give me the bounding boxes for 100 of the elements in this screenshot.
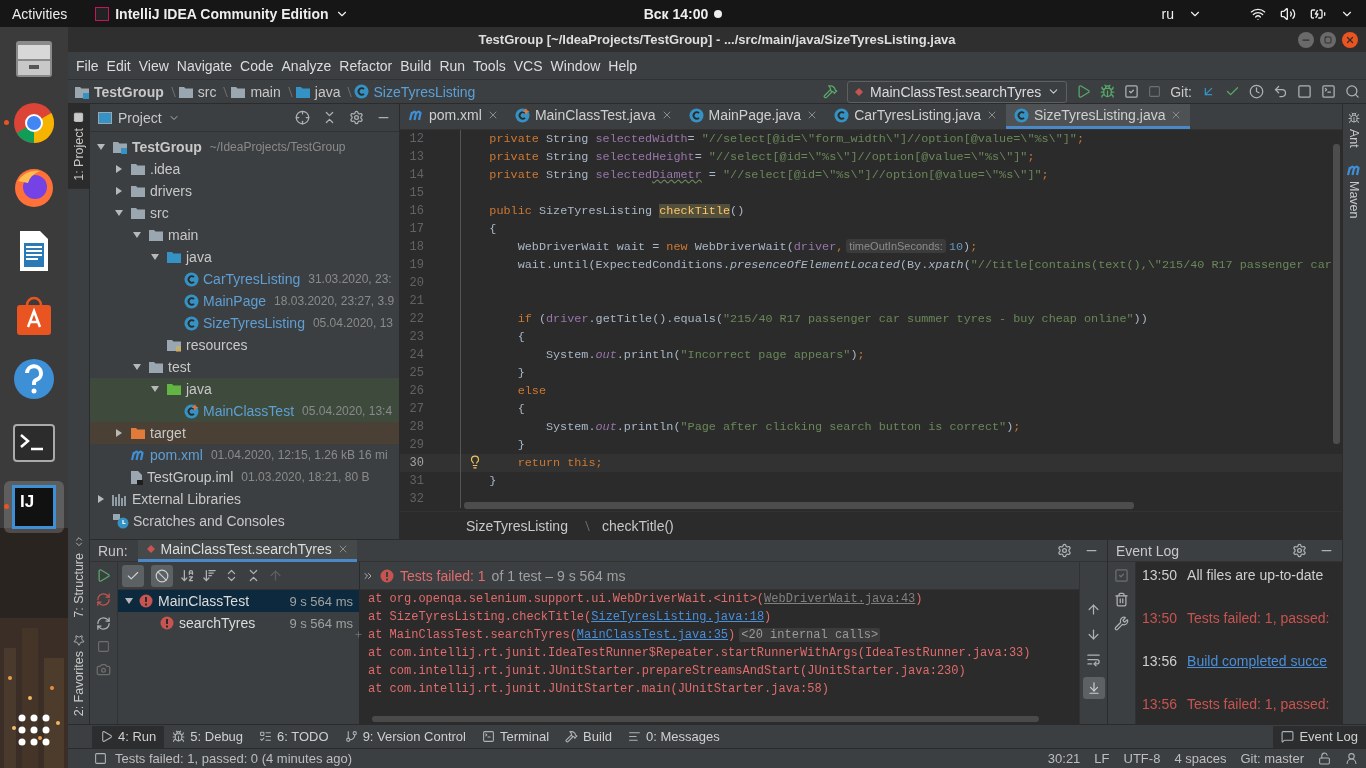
tree-item-label[interactable]: TestGroup (132, 139, 202, 155)
settings-icon[interactable] (1292, 543, 1307, 558)
expand-arrow-icon[interactable] (96, 142, 106, 152)
toggle-auto-test-icon[interactable] (96, 616, 111, 631)
tree-item-label[interactable]: TestGroup.iml (147, 469, 234, 485)
menu-item[interactable]: Build (396, 57, 436, 74)
git-branch[interactable]: Git: master (1240, 751, 1304, 766)
close-button[interactable] (1342, 31, 1358, 48)
test-name[interactable]: MainClassTest (158, 593, 285, 609)
terminal-icon[interactable] (12, 421, 56, 465)
tool-window-button[interactable]: Terminal (473, 725, 558, 748)
tree-item-label[interactable]: java (186, 249, 212, 265)
breadcrumb[interactable]: src (177, 83, 217, 100)
tree-item-label[interactable]: External Libraries (132, 491, 241, 507)
run-tab[interactable]: MainClassTest.searchTyres (137, 539, 357, 562)
menu-item[interactable]: Code (236, 57, 278, 74)
highlighted-tree-row[interactable]: target (90, 422, 399, 444)
project-structure-icon[interactable] (1297, 84, 1312, 99)
selected-test-row[interactable]: MainClassTest 9 s 564 ms (118, 590, 359, 612)
indent-setting[interactable]: 4 spaces (1174, 751, 1227, 766)
expand-arrow-icon[interactable] (114, 428, 124, 438)
tree-item-label[interactable]: MainClassTest (203, 403, 295, 419)
scrollbar-thumb[interactable] (1333, 144, 1340, 444)
menu-item[interactable]: Navigate (172, 57, 237, 74)
scrollbar-thumb[interactable] (464, 502, 1134, 509)
expand-arrow-icon[interactable] (114, 186, 124, 196)
settings-icon[interactable] (349, 110, 364, 125)
tool-window-tab[interactable]: 2: Favorites (68, 625, 90, 724)
menu-item[interactable]: View (134, 57, 173, 74)
tree-item-label[interactable]: .idea (150, 161, 181, 177)
maximize-button[interactable] (1320, 31, 1336, 48)
highlighted-tree-row[interactable]: java (90, 378, 399, 400)
help-icon[interactable] (12, 357, 56, 401)
tree-item-label[interactable]: src (150, 205, 169, 221)
tree-item-label[interactable]: resources (186, 337, 248, 353)
tree-item-label[interactable]: CarTyresListing (203, 271, 301, 287)
revert-icon[interactable] (1273, 84, 1288, 99)
inspector-icon[interactable] (1345, 752, 1358, 765)
run-icon[interactable] (96, 568, 111, 583)
panel-toggle-icon[interactable] (94, 752, 107, 765)
folded-calls-badge[interactable]: <20 internal calls> (739, 628, 881, 642)
link[interactable]: MainClassTest.java:35 (576, 628, 729, 642)
active-dock-item[interactable]: IJ (4, 481, 64, 533)
tree-item-label[interactable]: pom.xml (150, 447, 203, 463)
tree-item-label[interactable]: MainPage (203, 293, 267, 309)
editor-tab[interactable]: MainPage.java (680, 104, 827, 129)
sort-alphabetically-icon[interactable] (180, 568, 195, 583)
breadcrumb[interactable]: checkTitle() (601, 517, 674, 534)
event-log-button[interactable]: Event Log (1273, 725, 1366, 748)
link[interactable]: WebDriverWait.java:43 (764, 592, 916, 606)
tree-item-label[interactable]: Scratches and Consoles (133, 513, 285, 529)
breadcrumb[interactable]: SizeTyresListing (466, 517, 568, 534)
editor-tab[interactable]: CarTyresListing.java (826, 104, 1006, 129)
show-passed-toggle[interactable] (122, 564, 144, 587)
menu-item[interactable]: Help (604, 57, 642, 74)
breadcrumb[interactable]: main (230, 83, 281, 100)
menu-item[interactable]: Tools (469, 57, 510, 74)
tool-window-button[interactable]: 6: TODO (251, 725, 337, 748)
locate-icon[interactable] (295, 110, 310, 125)
debug-icon[interactable] (1100, 84, 1116, 99)
history-icon[interactable] (1249, 84, 1264, 99)
activities-button[interactable]: Activities (12, 5, 68, 22)
clock[interactable]: Вск 14:00 (643, 5, 709, 22)
tool-window-button[interactable]: 5: Debug (164, 725, 252, 748)
tree-item-label[interactable]: target (150, 425, 186, 441)
checkbox-icon[interactable] (1114, 568, 1129, 583)
panel-icon[interactable] (1321, 84, 1336, 99)
link[interactable]: SizeTyresListing.java:18 (591, 610, 765, 624)
run-configuration-dropdown[interactable]: MainClassTest.searchTyres (847, 80, 1068, 103)
browser-icon[interactable] (12, 101, 56, 145)
menu-item[interactable]: Run (435, 57, 470, 74)
tool-window-tab[interactable]: 1: Project (68, 104, 90, 189)
sort-by-duration-icon[interactable] (202, 568, 217, 583)
editor-tab[interactable]: SizeTyresListing.java (1005, 104, 1191, 129)
line-separator[interactable]: LF (1094, 751, 1110, 766)
tree-item-label[interactable]: drivers (150, 183, 192, 199)
editor-tab[interactable]: pom.xml (400, 104, 507, 129)
expand-arrow-icon[interactable] (150, 252, 160, 262)
wrench-icon[interactable] (1114, 616, 1129, 631)
lightbulb-icon[interactable] (468, 455, 482, 469)
tool-window-tab[interactable]: Ant (1343, 104, 1365, 156)
tree-item-label[interactable]: SizeTyresListing (203, 315, 305, 331)
tool-window-button[interactable]: Build (557, 725, 620, 748)
expand-arrow-icon[interactable] (132, 362, 142, 372)
expand-arrow-icon[interactable] (132, 230, 142, 240)
trash-icon[interactable] (1114, 592, 1129, 607)
breadcrumb[interactable]: java (294, 83, 341, 100)
tool-window-button[interactable]: 4: Run (92, 725, 165, 748)
show-ignored-toggle[interactable] (151, 564, 173, 587)
caret-position[interactable]: 30:21 (1047, 751, 1081, 766)
expand-arrow-icon[interactable] (114, 208, 124, 218)
menu-item[interactable]: Edit (102, 57, 135, 74)
settings-icon[interactable] (1057, 543, 1072, 558)
ide-app-logo[interactable]: IJ (12, 485, 56, 529)
tree-item-label[interactable]: main (168, 227, 199, 243)
tree-item-label[interactable]: java (186, 381, 212, 397)
menu-item[interactable]: VCS (509, 57, 547, 74)
test-name[interactable]: searchTyres (179, 615, 285, 631)
file-encoding[interactable]: UTF-8 (1123, 751, 1161, 766)
menu-item[interactable]: File (72, 57, 103, 74)
